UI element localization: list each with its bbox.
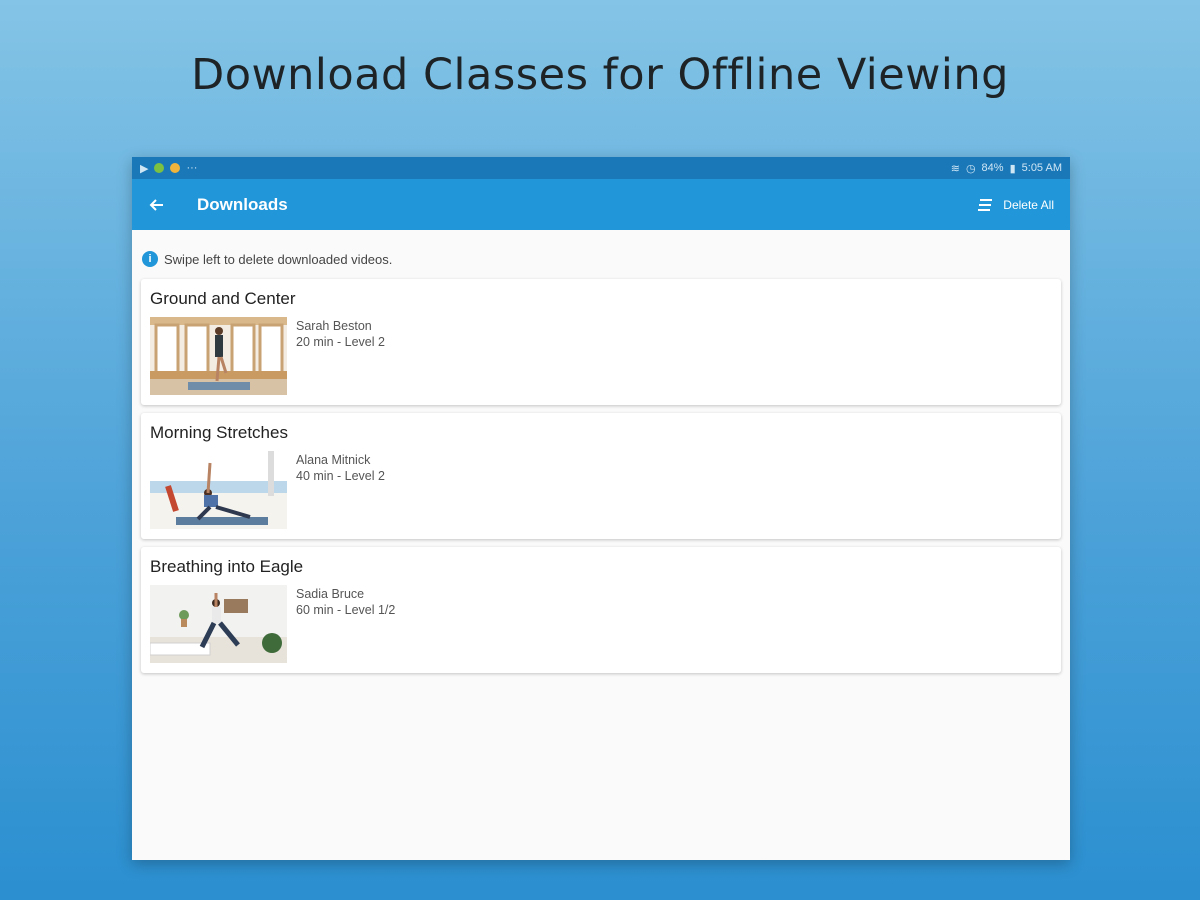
- download-card[interactable]: Breathing into Eagle Sadia Bruce 60 min …: [141, 547, 1061, 673]
- swipe-hint: i Swipe left to delete downloaded videos…: [132, 230, 1070, 279]
- play-store-icon: ▶: [140, 162, 149, 175]
- app-bar: Downloads Delete All: [132, 179, 1070, 230]
- clock: 5:05 AM: [1021, 162, 1062, 174]
- alarm-icon: ◷: [965, 162, 976, 175]
- clear-all-icon: [978, 198, 993, 211]
- download-card[interactable]: Morning Stretches Alana Mitnick 40 min -…: [141, 413, 1061, 539]
- chrome-icon: [170, 163, 181, 173]
- page-title: Downloads: [197, 194, 288, 214]
- delete-all-label: Delete All: [1003, 197, 1054, 212]
- page-headline: Download Classes for Offline Viewing: [191, 50, 1009, 100]
- swipe-hint-text: Swipe left to delete downloaded videos.: [164, 251, 393, 267]
- android-icon: [154, 163, 165, 173]
- status-notifications: ▶ ···: [140, 162, 197, 175]
- class-meta: Alana Mitnick 40 min - Level 2: [296, 452, 385, 484]
- instructor-name: Alana Mitnick: [296, 453, 371, 467]
- class-thumbnail: [150, 451, 287, 529]
- status-bar: ▶ ··· ≋ ◷ 84% ▮ 5:05 AM: [132, 157, 1070, 179]
- battery-icon: ▮: [1009, 162, 1016, 175]
- duration-level: 40 min - Level 2: [296, 469, 385, 483]
- more-notifications: ···: [186, 162, 198, 174]
- wifi-icon: ≋: [950, 162, 960, 175]
- back-arrow-icon[interactable]: [148, 195, 168, 215]
- class-meta: Sarah Beston 20 min - Level 2: [296, 318, 385, 350]
- class-thumbnail: [150, 317, 287, 395]
- instructor-name: Sarah Beston: [296, 319, 372, 333]
- info-icon: i: [142, 251, 158, 267]
- class-meta: Sadia Bruce 60 min - Level 1/2: [296, 586, 395, 618]
- status-system: ≋ ◷ 84% ▮ 5:05 AM: [951, 162, 1062, 175]
- class-title: Morning Stretches: [150, 423, 288, 442]
- class-thumbnail: [150, 585, 287, 663]
- battery-percent: 84%: [981, 162, 1004, 174]
- duration-level: 20 min - Level 2: [296, 335, 385, 349]
- instructor-name: Sadia Bruce: [296, 587, 365, 601]
- tablet-screen: ▶ ··· ≋ ◷ 84% ▮ 5:05 AM Downloads Delete…: [132, 157, 1070, 860]
- class-title: Breathing into Eagle: [150, 557, 304, 576]
- delete-all-button[interactable]: Delete All: [977, 198, 1054, 212]
- duration-level: 60 min - Level 1/2: [296, 603, 396, 617]
- class-title: Ground and Center: [150, 289, 296, 308]
- download-card[interactable]: Ground and Center Sarah Beston 20 min - …: [141, 279, 1061, 405]
